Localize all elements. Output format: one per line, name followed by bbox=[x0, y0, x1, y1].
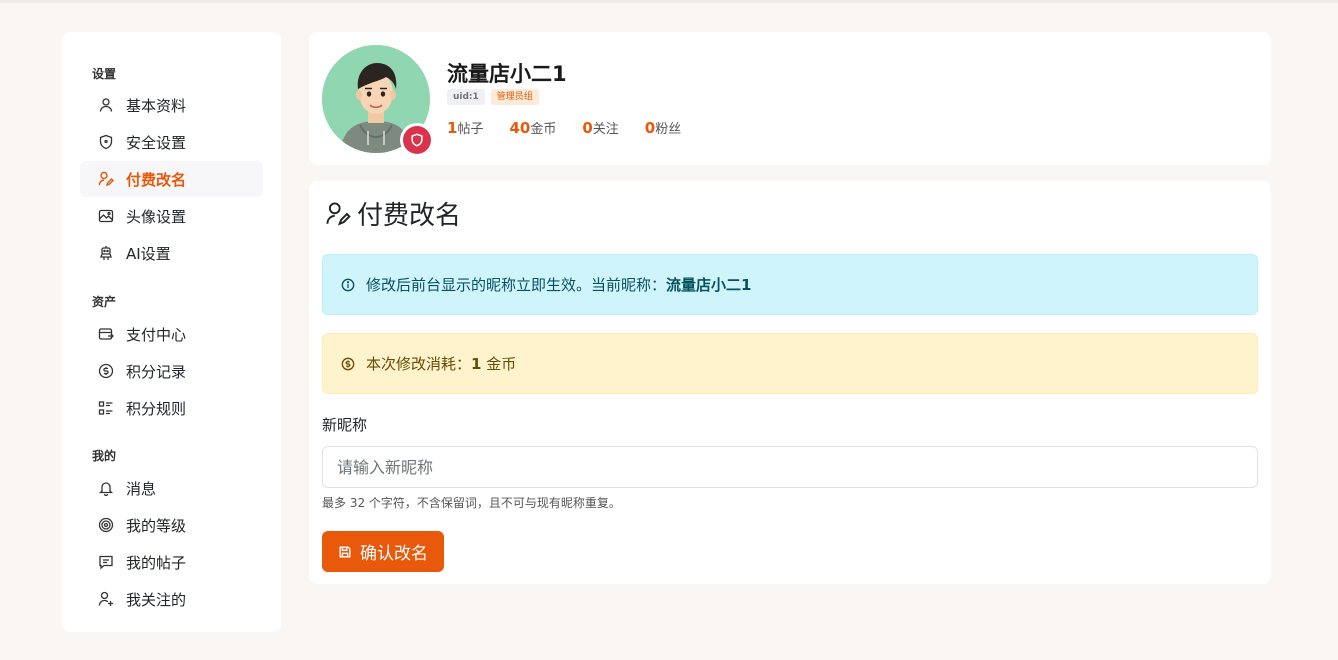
confirm-rename-label: 确认改名 bbox=[360, 544, 428, 564]
sidebar-item-label: 付费改名 bbox=[126, 170, 187, 189]
stat-followers[interactable]: 0 粉丝 bbox=[645, 118, 681, 137]
sidebar-item-payment[interactable]: 支付中心 bbox=[80, 316, 263, 352]
profile-name: 流量店小二1 bbox=[447, 62, 567, 86]
cost-amount: 1 bbox=[471, 354, 482, 373]
sidebar-item-points-rules[interactable]: 积分规则 bbox=[80, 390, 263, 426]
stat-label: 关注 bbox=[592, 122, 619, 137]
sidebar-item-messages[interactable]: 消息 bbox=[80, 470, 263, 506]
sidebar-item-points-log[interactable]: 积分记录 bbox=[80, 353, 263, 389]
user-edit-icon bbox=[326, 201, 351, 226]
stat-num: 40 bbox=[509, 119, 531, 137]
page-title: 付费改名 bbox=[325, 195, 461, 232]
stat-coins[interactable]: 40 金币 bbox=[509, 118, 556, 137]
save-icon bbox=[339, 545, 351, 558]
wallet-icon bbox=[98, 326, 114, 342]
user-icon bbox=[98, 97, 114, 113]
sidebar-item-label: AI设置 bbox=[126, 244, 171, 263]
info-text: 修改后前台显示的昵称立即生效。当前昵称： bbox=[366, 276, 667, 294]
page-title-text: 付费改名 bbox=[357, 201, 462, 231]
rename-card: 付费改名 修改后前台显示的昵称立即生效。当前昵称： 流量店小二1 本次修改消耗： 1… bbox=[309, 181, 1271, 584]
stat-num: 1 bbox=[447, 119, 458, 137]
coin-icon bbox=[98, 363, 114, 379]
info-icon bbox=[341, 278, 355, 292]
cost-prefix: 本次修改消耗： bbox=[366, 355, 472, 373]
section-title-assets: 资产 bbox=[92, 295, 117, 309]
sidebar-item-label: 我的帖子 bbox=[126, 553, 187, 572]
sidebar-item-label: 我关注的 bbox=[126, 590, 187, 609]
sidebar-item-label: 积分规则 bbox=[126, 399, 187, 418]
sidebar-item-label: 我的等级 bbox=[126, 516, 187, 535]
group-tag: 管理员组 bbox=[490, 89, 539, 105]
new-nickname-label: 新昵称 bbox=[322, 416, 368, 434]
image-icon bbox=[98, 208, 114, 224]
profile-stats: 1 帖子 40 金币 0 关注 0 粉丝 bbox=[447, 118, 707, 137]
sidebar-item-level[interactable]: 我的等级 bbox=[80, 507, 263, 543]
stat-label: 粉丝 bbox=[655, 122, 682, 137]
sidebar-item-label: 安全设置 bbox=[126, 133, 187, 152]
sidebar-item-label: 支付中心 bbox=[126, 325, 187, 344]
stat-posts[interactable]: 1 帖子 bbox=[447, 118, 483, 137]
settings-sidebar: 设置 基本资料 安全设置 付费改名 头像设置 AI设置 资产 支付中心 积分记录… bbox=[62, 32, 281, 632]
sidebar-item-label: 头像设置 bbox=[126, 207, 187, 226]
uid-tag: uid:1 bbox=[447, 89, 485, 105]
stat-num: 0 bbox=[582, 119, 593, 137]
coin-icon bbox=[341, 357, 355, 371]
user-edit-icon bbox=[98, 171, 114, 187]
list-icon bbox=[98, 400, 114, 416]
section-title-settings: 设置 bbox=[92, 67, 117, 81]
bell-icon bbox=[98, 480, 114, 496]
profile-card: 流量店小二1 uid:1 管理员组 1 帖子 40 金币 0 关注 0 粉丝 bbox=[309, 32, 1271, 165]
shield-icon bbox=[411, 133, 423, 147]
profile-tags: uid:1 管理员组 bbox=[447, 89, 539, 105]
sidebar-item-label: 基本资料 bbox=[126, 96, 187, 115]
top-border bbox=[0, 0, 1338, 3]
section-title-mine: 我的 bbox=[92, 449, 117, 463]
stat-label: 帖子 bbox=[457, 122, 484, 137]
info-alert: 修改后前台显示的昵称立即生效。当前昵称： 流量店小二1 bbox=[322, 254, 1258, 315]
sidebar-item-following[interactable]: 我关注的 bbox=[80, 581, 263, 617]
message-icon bbox=[98, 554, 114, 570]
sidebar-item-profile[interactable]: 基本资料 bbox=[80, 87, 263, 123]
admin-badge bbox=[400, 123, 434, 157]
level-icon bbox=[98, 517, 114, 533]
stat-following[interactable]: 0 关注 bbox=[582, 118, 618, 137]
sidebar-item-label: 积分记录 bbox=[126, 362, 187, 381]
stat-num: 0 bbox=[644, 119, 656, 137]
cost-alert: 本次修改消耗： 1 金币 bbox=[322, 333, 1258, 394]
sidebar-item-security[interactable]: 安全设置 bbox=[80, 124, 263, 160]
nickname-hint: 最多 32 个字符，不含保留词，且不可与现有昵称重复。 bbox=[322, 496, 621, 510]
sidebar-item-posts[interactable]: 我的帖子 bbox=[80, 544, 263, 580]
new-nickname-input[interactable] bbox=[322, 446, 1258, 488]
confirm-rename-button[interactable]: 确认改名 bbox=[322, 531, 444, 572]
user-plus-icon bbox=[98, 591, 114, 607]
current-nickname: 流量店小二1 bbox=[666, 276, 752, 294]
sidebar-item-paid-rename[interactable]: 付费改名 bbox=[80, 161, 263, 197]
sidebar-item-label: 消息 bbox=[126, 479, 157, 498]
shield-icon bbox=[98, 134, 114, 150]
sidebar-item-ai[interactable]: AI设置 bbox=[80, 235, 263, 271]
stat-label: 金币 bbox=[530, 122, 557, 137]
robot-icon bbox=[98, 245, 114, 261]
cost-unit: 金币 bbox=[486, 355, 517, 373]
sidebar-item-avatar[interactable]: 头像设置 bbox=[80, 198, 263, 234]
